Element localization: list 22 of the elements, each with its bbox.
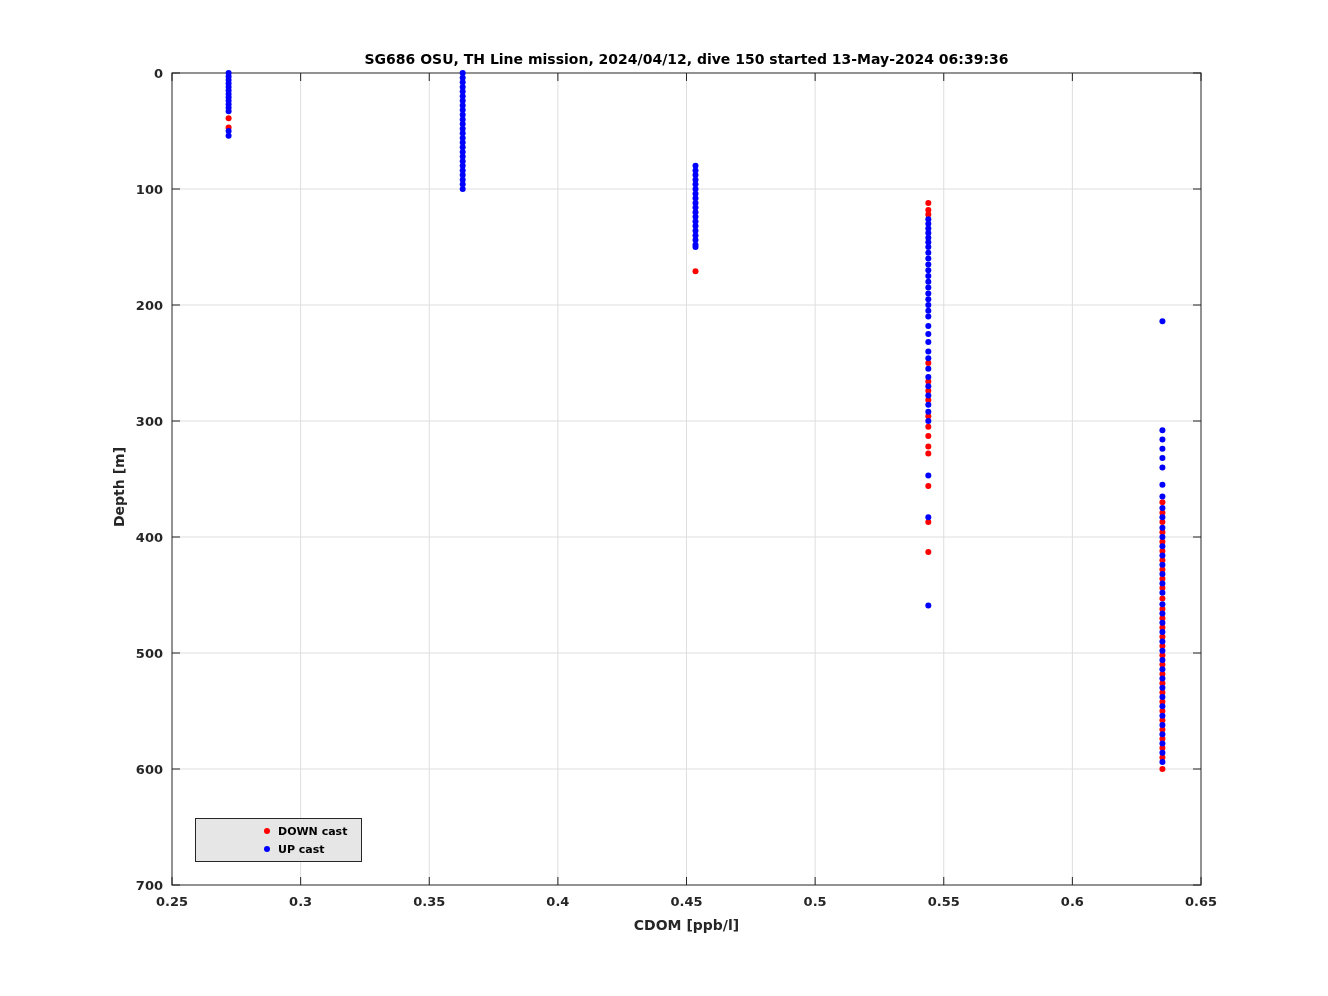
chart-title: SG686 OSU, TH Line mission, 2024/04/12, dive 150 started 13-May-2024 06:39:36 <box>364 51 1009 67</box>
legend-label: DOWN cast <box>278 824 348 838</box>
y-tick-label: 0 <box>153 66 163 81</box>
legend-label: UP cast <box>278 842 325 856</box>
x-tick-label: 0.4 <box>546 894 570 909</box>
x-axis-label: CDOM [ppb/l] <box>633 917 740 933</box>
x-tick-label: 0.6 <box>1060 894 1084 909</box>
y-tick-label: 200 <box>135 298 163 313</box>
x-tick-label: 0.45 <box>670 894 703 909</box>
x-tick-label: 0.25 <box>155 894 189 909</box>
x-tick-label: 0.55 <box>927 894 960 909</box>
y-tick-label: 500 <box>135 646 163 661</box>
y-tick-label: 400 <box>135 530 163 545</box>
x-tick-label: 0.35 <box>413 894 446 909</box>
y-tick-label: 700 <box>135 878 163 893</box>
x-tick-label: 0.3 <box>289 894 313 909</box>
y-tick-label: 600 <box>135 762 163 777</box>
y-axis-label: Depth [m] <box>111 446 127 528</box>
y-tick-label: 100 <box>135 182 163 197</box>
y-tick-label: 300 <box>135 414 163 429</box>
x-tick-label: 0.65 <box>1184 894 1218 909</box>
x-tick-label: 0.5 <box>803 894 827 909</box>
